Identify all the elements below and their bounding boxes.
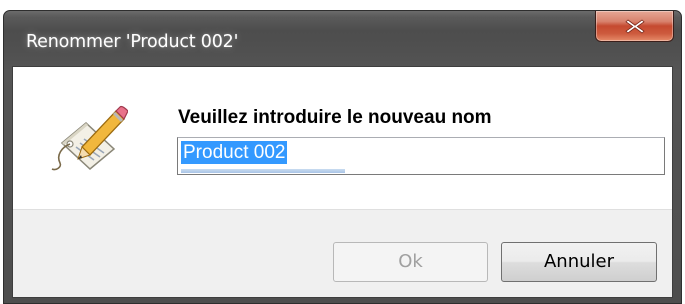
new-name-input[interactable]: Product 002 <box>177 137 665 175</box>
dialog-content: Veuillez introduire le nouveau nom Produ… <box>13 67 672 210</box>
window-title: Renommer 'Product 002' <box>26 32 239 52</box>
title-bar[interactable]: Renommer 'Product 002' <box>4 11 681 67</box>
close-button[interactable] <box>595 11 674 42</box>
prompt-label: Veuillez introduire le nouveau nom <box>178 107 492 128</box>
input-underline-indicator <box>181 169 345 173</box>
rename-edit-icon <box>48 97 129 182</box>
rename-dialog-window: Renommer 'Product 002' Veuillez introdui… <box>3 10 682 304</box>
ok-button[interactable]: Ok <box>333 242 488 282</box>
input-value-selected[interactable]: Product 002 <box>181 141 288 164</box>
cancel-button[interactable]: Annuler <box>501 242 657 282</box>
dialog-client-area: Veuillez introduire le nouveau nom Produ… <box>12 66 673 298</box>
close-x-icon <box>625 19 645 34</box>
